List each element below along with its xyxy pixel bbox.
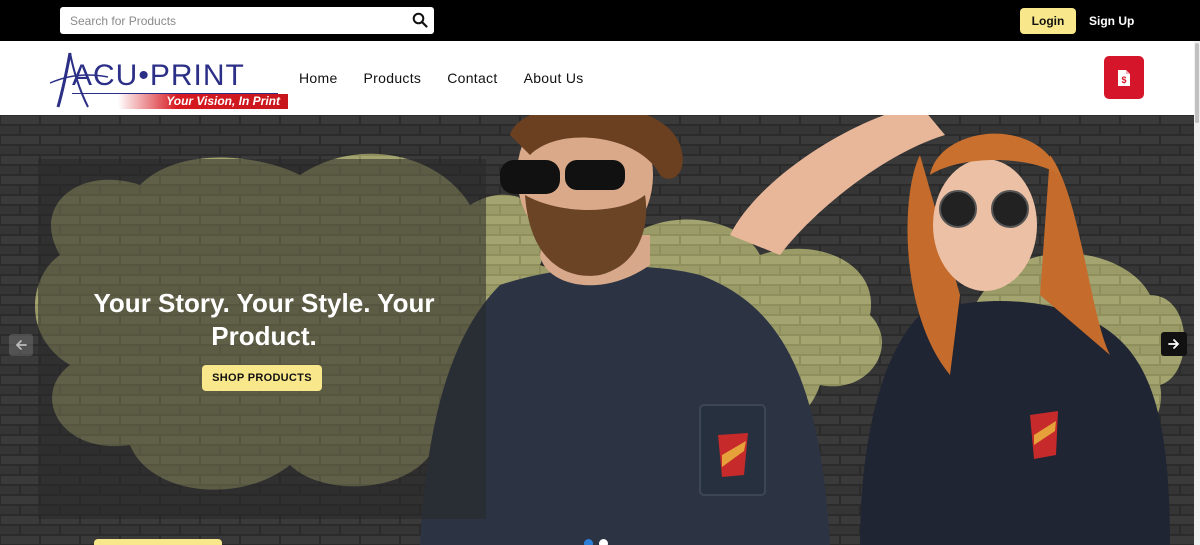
carousel-dot-1[interactable]	[584, 539, 593, 545]
login-button[interactable]: Login	[1020, 8, 1076, 34]
dollar-document-icon: $	[1118, 69, 1130, 86]
acu-print-logo[interactable]: ACU•PRINT Your Vision, In Print	[48, 45, 288, 111]
signup-link[interactable]: Sign Up	[1089, 8, 1134, 34]
logo-tagline: Your Vision, In Print	[118, 94, 288, 109]
logo-text: ACU•PRINT	[72, 59, 245, 92]
top-bar: Login Sign Up	[0, 0, 1200, 41]
arrow-left-icon	[15, 340, 27, 350]
search-box	[60, 7, 434, 34]
page-scrollbar-thumb[interactable]	[1195, 43, 1199, 123]
carousel-prev-button[interactable]	[9, 334, 33, 356]
nav-products[interactable]: Products	[364, 70, 422, 86]
nav-home[interactable]: Home	[299, 70, 338, 86]
main-nav: Home Products Contact About Us	[299, 41, 610, 115]
shop-products-button[interactable]: SHOP PRODUCTS	[202, 365, 322, 391]
quote-button[interactable]: $	[1104, 56, 1144, 99]
carousel-dot-2[interactable]	[599, 539, 608, 545]
site-header: ACU•PRINT Your Vision, In Print Home Pro…	[0, 41, 1194, 115]
hero-title: Your Story. Your Style. Your Product.	[93, 288, 435, 351]
search-input[interactable]	[60, 7, 400, 34]
search-icon[interactable]	[412, 12, 428, 28]
carousel-indicators	[584, 539, 608, 545]
arrow-right-icon	[1168, 339, 1180, 349]
next-section-button-peek	[94, 539, 222, 545]
svg-text:$: $	[1121, 75, 1126, 85]
nav-about-us[interactable]: About Us	[524, 70, 584, 86]
carousel-next-button[interactable]	[1161, 332, 1187, 356]
nav-contact[interactable]: Contact	[447, 70, 497, 86]
hero-carousel: Your Story. Your Style. Your Product. SH…	[0, 115, 1194, 545]
